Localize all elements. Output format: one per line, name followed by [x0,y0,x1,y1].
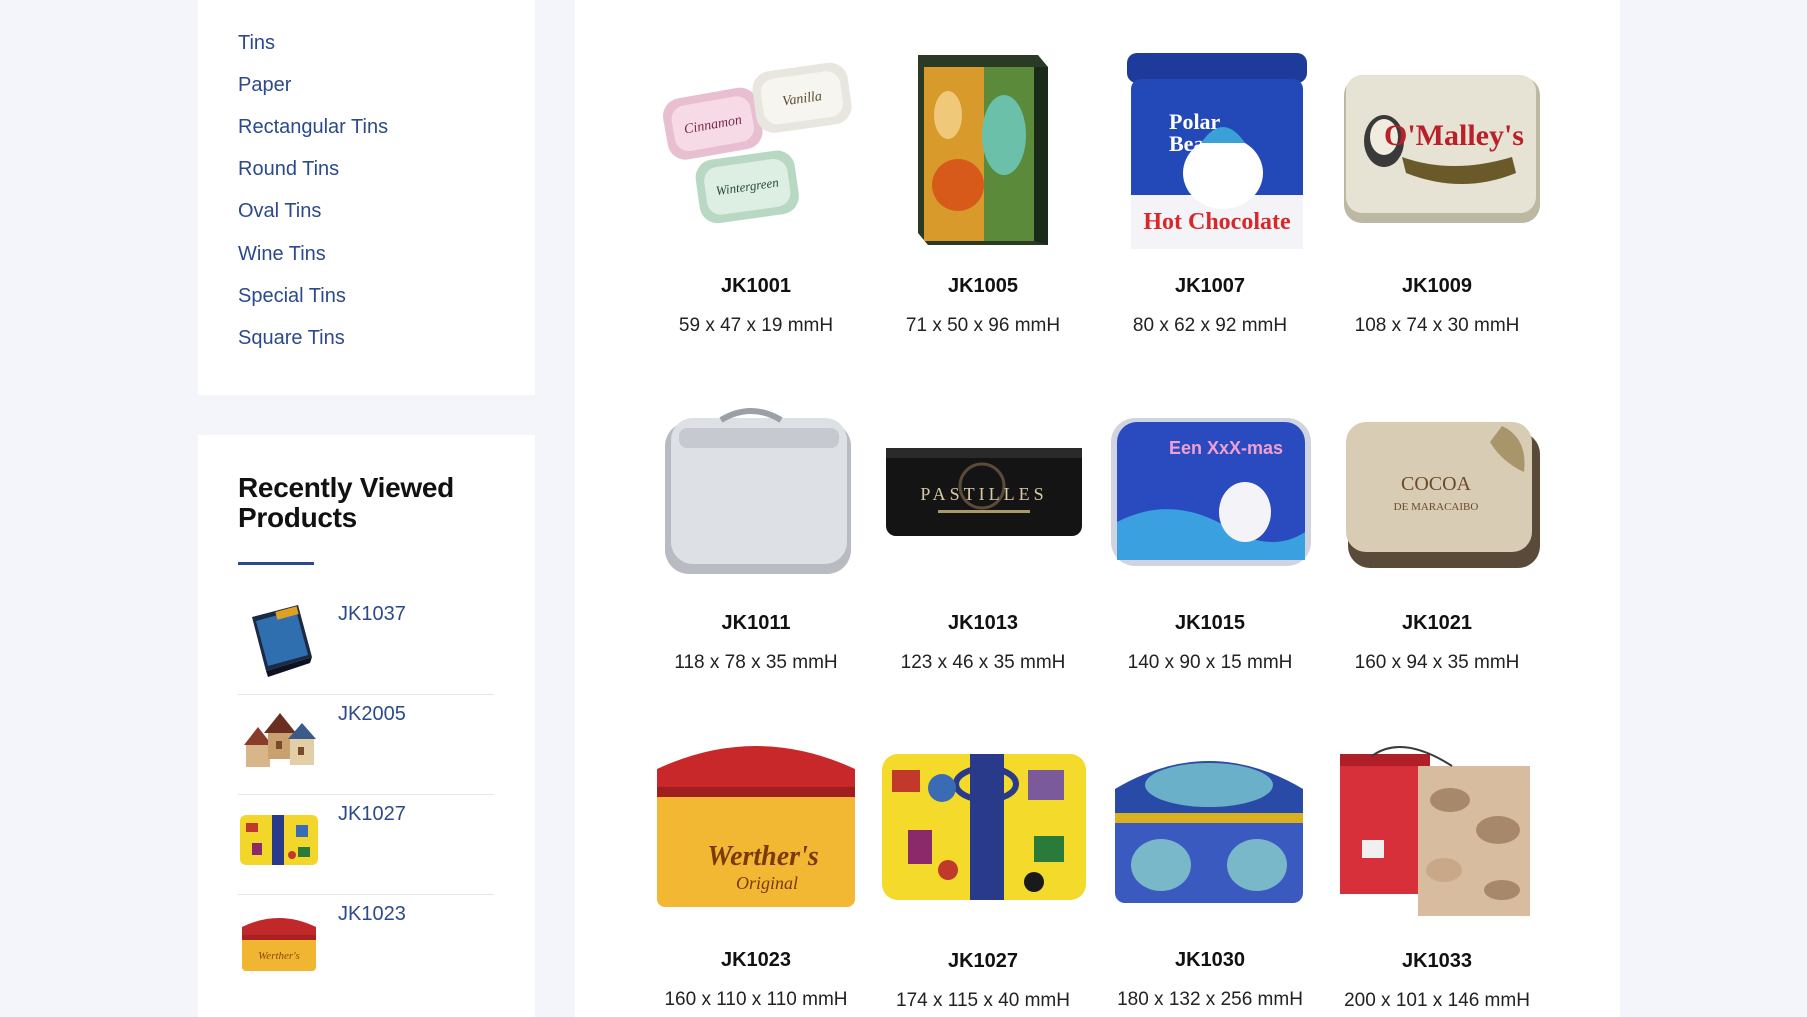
product-size: 118 x 78 x 35 mmH [674,652,838,673]
yellow-suitcase-tin-image[interactable] [878,720,1088,930]
product-card[interactable]: COCOA DE MARACAIBO JK1021 160 x 94 x 35 … [1323,382,1551,674]
xmas-polar-bear-tin-image[interactable]: Een XxX-mas [1105,382,1315,592]
product-code[interactable]: JK1027 [869,950,1097,973]
recent-item-code[interactable]: JK2005 [338,703,406,726]
product-size: 59 x 47 x 19 mmH [678,315,834,336]
recent-item-code[interactable]: JK1023 [338,903,406,926]
product-code[interactable]: JK1015 [1096,612,1324,635]
category-link-round-tins[interactable]: Round Tins [238,158,339,181]
product-card[interactable]: JK1033 200 x 101 x 146 mmH [1323,720,1551,1012]
recent-item[interactable]: JK1037 [238,595,494,695]
category-list: Tins Paper Rectangular Tins Round Tins O… [198,0,535,360]
product-size: 140 x 90 x 15 mmH [1127,652,1293,673]
product-size: 180 x 132 x 256 mmH [1117,989,1303,1010]
product-card[interactable]: Werther's Original JK1023 160 x 110 x 11… [642,719,870,1011]
product-card[interactable]: JK1027 174 x 115 x 40 mmH [869,720,1097,1012]
recent-item-code[interactable]: JK1037 [338,603,406,626]
recent-item[interactable]: JK1027 [238,795,494,895]
blue-chest-tin-image[interactable] [1105,719,1315,929]
pastilles-tin-image[interactable]: PASTILLES [878,382,1088,592]
product-card[interactable]: JK1030 180 x 132 x 256 mmH [1096,719,1324,1011]
product-code[interactable]: JK1021 [1323,612,1551,635]
product-code[interactable]: JK1005 [869,275,1097,298]
product-code[interactable]: JK1001 [642,275,870,298]
category-link-square-tins[interactable]: Square Tins [238,327,345,350]
product-card[interactable]: O'Malley's JK1009 108 x 74 x 30 mmH [1323,45,1551,337]
recently-viewed-title: Recently Viewed Products [238,472,454,533]
svg-text:DE MARACAIBO: DE MARACAIBO [1394,501,1479,513]
product-code[interactable]: JK1009 [1323,275,1551,298]
product-size: 71 x 50 x 96 mmH [905,315,1061,336]
category-link-rectangular-tins[interactable]: Rectangular Tins [238,116,388,139]
werthers-tin-thumb[interactable]: Werther's [238,897,320,979]
product-size: 123 x 46 x 35 mmH [900,652,1066,673]
house-shaped-tins-thumb[interactable] [238,697,320,779]
category-link-oval-tins[interactable]: Oval Tins [238,200,321,223]
product-size: 174 x 115 x 40 mmH [896,990,1070,1011]
category-link-special-tins[interactable]: Special Tins [238,285,346,308]
recent-item[interactable]: JK2005 [238,695,494,795]
cocoa-tin-image[interactable]: COCOA DE MARACAIBO [1332,382,1542,592]
category-link-paper[interactable]: Paper [238,74,291,97]
product-size: 80 x 62 x 92 mmH [1132,315,1288,336]
recently-viewed-list: JK1037 JK2005 JK1027 Werther's JK1023 [238,595,494,995]
category-sidebar: Tins Paper Rectangular Tins Round Tins O… [198,0,535,395]
product-card[interactable]: Een XxX-mas JK1015 140 x 90 x 15 mmH [1096,382,1324,674]
recent-item-code[interactable]: JK1027 [338,803,406,826]
svg-text:O'Malley's: O'Malley's [1384,119,1524,152]
blue-book-tin-thumb[interactable] [238,597,320,679]
svg-text:Werther's: Werther's [707,841,819,872]
polar-bear-hot-chocolate-tin-image[interactable]: Polar Bear Hot Chocolate [1105,45,1315,255]
svg-text:Hot Chocolate: Hot Chocolate [1143,209,1291,235]
svg-text:PASTILLES: PASTILLES [920,484,1047,504]
product-card[interactable]: PASTILLES JK1013 123 x 46 x 35 mmH [869,382,1097,674]
category-link-tins[interactable]: Tins [238,32,275,55]
silver-lunchbox-tin-image[interactable] [651,382,861,592]
svg-text:Een XxX-mas: Een XxX-mas [1169,438,1283,458]
product-card[interactable]: JK1011 118 x 78 x 35 mmH [642,382,870,674]
product-code[interactable]: JK1023 [642,949,870,972]
svg-text:Werther's: Werther's [258,950,300,962]
omalleys-tin-image[interactable]: O'Malley's [1332,45,1542,255]
product-size: 160 x 110 x 110 mmH [664,989,848,1010]
product-code[interactable]: JK1011 [642,612,870,635]
yellow-suitcase-tin-thumb[interactable] [238,797,320,879]
product-card[interactable]: JK1005 71 x 50 x 96 mmH [869,45,1097,337]
product-size: 108 x 74 x 30 mmH [1354,315,1520,336]
product-size: 160 x 94 x 35 mmH [1354,652,1520,673]
title-underline [238,562,314,565]
product-code[interactable]: JK1033 [1323,950,1551,973]
product-code[interactable]: JK1007 [1096,275,1324,298]
product-code[interactable]: JK1030 [1096,949,1324,972]
product-grid: Cinnamon Vanilla Wintergreen JK1001 59 x… [575,0,1620,1017]
svg-text:Original: Original [736,873,798,893]
category-link-wine-tins[interactable]: Wine Tins [238,243,326,266]
svg-text:COCOA: COCOA [1401,473,1472,495]
product-card[interactable]: Cinnamon Vanilla Wintergreen JK1001 59 x… [642,45,870,337]
red-camo-box-tins-image[interactable] [1332,720,1542,930]
mint-tins-image[interactable]: Cinnamon Vanilla Wintergreen [651,45,861,255]
fairy-tin-image[interactable] [878,45,1088,255]
recent-item[interactable]: Werther's JK1023 [238,895,494,995]
recently-viewed-panel: Recently Viewed Products JK1037 JK2005 J… [198,435,535,1017]
product-card[interactable]: Polar Bear Hot Chocolate JK1007 80 x 62 … [1096,45,1324,337]
product-size: 200 x 101 x 146 mmH [1344,990,1530,1011]
product-code[interactable]: JK1013 [869,612,1097,635]
werthers-tin-image[interactable]: Werther's Original [651,719,861,929]
